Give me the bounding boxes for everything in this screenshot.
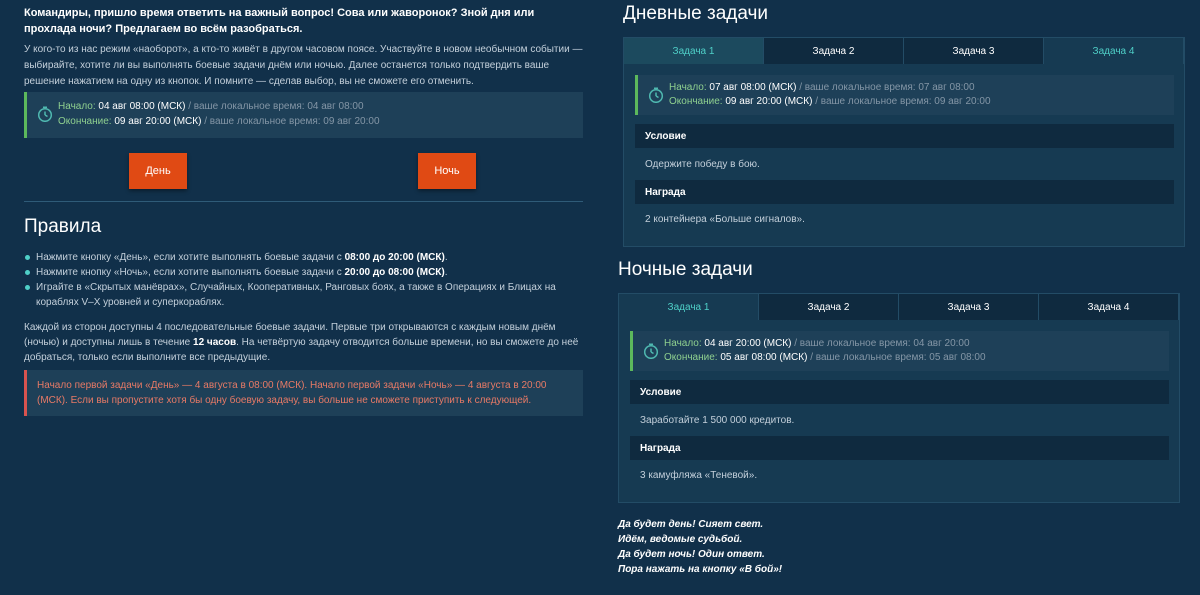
- clock-icon: [648, 87, 664, 103]
- warning-box: Начало первой задачи «День» — 4 августа …: [24, 370, 583, 416]
- event-start-line: Начало: 04 авг 08:00 (МСК) / ваше локаль…: [58, 101, 364, 112]
- poem-line: Да будет день! Сияет свет.: [618, 519, 764, 530]
- rule-item: Нажмите кнопку «Ночь», если хотите выпол…: [24, 265, 589, 280]
- night-button[interactable]: Ночь: [418, 153, 476, 189]
- day-tasks-title: Дневные задачи: [623, 3, 769, 24]
- day-end-line: Окончание: 09 авг 20:00 (МСК) / ваше лок…: [669, 96, 991, 107]
- poem-line: Да будет ночь! Один ответ.: [618, 549, 765, 560]
- night-condition-label: Условие: [630, 380, 1169, 404]
- day-tab-4[interactable]: Задача 4: [1044, 38, 1184, 64]
- night-dates-box: Начало: 04 авг 20:00 (МСК) / ваше локаль…: [630, 331, 1169, 371]
- rule-item: Нажмите кнопку «День», если хотите выпол…: [24, 250, 589, 265]
- intro-title: Командиры, пришло время ответить на важн…: [24, 7, 535, 35]
- night-tab-4[interactable]: Задача 4: [1039, 294, 1179, 320]
- night-reward-label: Награда: [630, 436, 1169, 460]
- day-tabs: Задача 1 Задача 2 Задача 3 Задача 4: [624, 38, 1184, 64]
- day-tab-3[interactable]: Задача 3: [904, 38, 1044, 64]
- night-end-line: Окончание: 05 авг 08:00 (МСК) / ваше лок…: [664, 352, 986, 363]
- day-button[interactable]: День: [129, 153, 187, 189]
- day-tasks-panel: Задача 1 Задача 2 Задача 3 Задача 4 Нача…: [623, 37, 1185, 247]
- day-tab-2[interactable]: Задача 2: [764, 38, 904, 64]
- night-tabs: Задача 1 Задача 2 Задача 3 Задача 4: [619, 294, 1179, 320]
- night-tab-2[interactable]: Задача 2: [759, 294, 899, 320]
- day-condition-text: Одержите победу в бою.: [645, 158, 760, 170]
- night-tasks-title: Ночные задачи: [618, 259, 753, 280]
- poem: Да будет день! Сияет свет. Идём, ведомые…: [618, 517, 918, 577]
- day-reward-text: 2 контейнера «Больше сигналов».: [645, 213, 805, 225]
- day-start-line: Начало: 07 авг 08:00 (МСК) / ваше локаль…: [669, 82, 975, 93]
- intro-text: У кого-то из нас режим «наоборот», а кто…: [24, 44, 583, 87]
- night-tab-3[interactable]: Задача 3: [899, 294, 1039, 320]
- rules-paragraph: Каждой из сторон доступны 4 последовател…: [24, 322, 579, 363]
- day-dates-box: Начало: 07 авг 08:00 (МСК) / ваше локаль…: [635, 75, 1174, 115]
- night-tab-1[interactable]: Задача 1: [619, 294, 759, 320]
- rule-item: Играйте в «Скрытых манёврах», Случайных,…: [24, 280, 589, 310]
- day-tab-1[interactable]: Задача 1: [624, 38, 764, 64]
- divider: [24, 201, 583, 202]
- rules-title: Правила: [24, 216, 102, 237]
- poem-line: Идём, ведомые судьбой.: [618, 534, 743, 545]
- day-condition-label: Условие: [635, 124, 1174, 148]
- day-reward-label: Награда: [635, 180, 1174, 204]
- event-end-line: Окончание: 09 авг 20:00 (МСК) / ваше лок…: [58, 116, 380, 127]
- event-dates-box: Начало: 04 авг 08:00 (МСК) / ваше локаль…: [24, 92, 583, 138]
- night-start-line: Начало: 04 авг 20:00 (МСК) / ваше локаль…: [664, 338, 970, 349]
- night-condition-text: Заработайте 1 500 000 кредитов.: [640, 414, 795, 426]
- poem-line: Пора нажать на кнопку «В бой»!: [618, 564, 783, 575]
- night-tasks-panel: Задача 1 Задача 2 Задача 3 Задача 4 Нача…: [618, 293, 1180, 503]
- clock-icon: [37, 106, 53, 122]
- clock-icon: [643, 343, 659, 359]
- night-reward-text: 3 камуфляжа «Теневой».: [640, 469, 758, 481]
- rules-list: Нажмите кнопку «День», если хотите выпол…: [24, 250, 589, 310]
